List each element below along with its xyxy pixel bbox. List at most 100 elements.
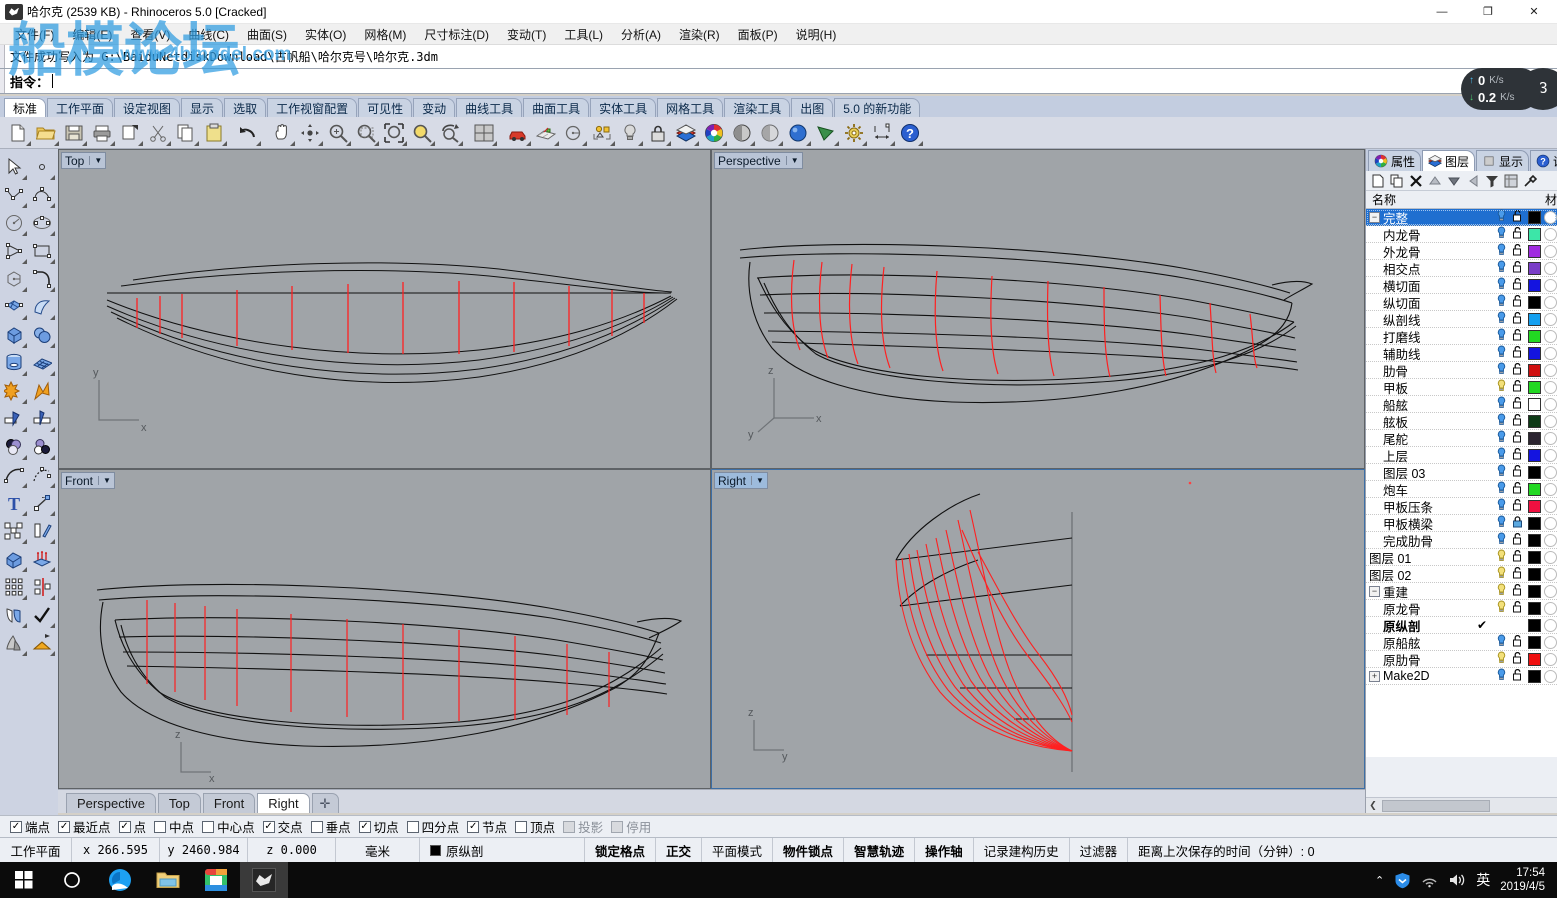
panel-tab-3[interactable]: ?说	[1530, 150, 1557, 171]
layer-row[interactable]: 原纵剖 ✔	[1366, 617, 1557, 634]
paste-icon[interactable]	[200, 119, 228, 147]
layer-row[interactable]: + Make2D	[1366, 668, 1557, 685]
layer-material-icon[interactable]	[1544, 261, 1557, 275]
osnap-checkbox[interactable]	[515, 820, 528, 833]
menu-item-12[interactable]: 面板(P)	[729, 24, 787, 45]
toolbar-tab-2[interactable]: 设定视图	[114, 98, 181, 117]
menu-item-1[interactable]: 编辑(E)	[63, 24, 121, 45]
layer-material-icon[interactable]	[1544, 329, 1557, 343]
osnap-1[interactable]: ✓ 最近点	[58, 817, 117, 836]
layer-lock-icon[interactable]	[1509, 481, 1525, 497]
layer-row[interactable]: 打磨线	[1366, 328, 1557, 345]
osnap-checkbox[interactable]	[406, 820, 419, 833]
layer-color-swatch[interactable]	[1528, 482, 1541, 496]
osnap-4[interactable]: 中心点	[202, 817, 261, 836]
rebuild-curve-icon[interactable]	[28, 461, 56, 489]
layer-visibility-bulb-icon[interactable]	[1493, 294, 1509, 310]
expand-layer-icon[interactable]: +	[1369, 670, 1380, 682]
options-gear-icon[interactable]	[840, 119, 868, 147]
layer-material-icon[interactable]	[1544, 618, 1557, 632]
cylinder-solid-icon[interactable]	[0, 349, 28, 377]
rectangle-icon[interactable]	[28, 237, 56, 265]
menu-item-7[interactable]: 尺寸标注(D)	[415, 24, 498, 45]
copy-object-icon[interactable]	[28, 517, 56, 545]
layer-color-swatch[interactable]	[1528, 397, 1541, 411]
layers-icon[interactable]	[672, 119, 700, 147]
layer-row[interactable]: 上层	[1366, 447, 1557, 464]
status-cplane[interactable]: 工作平面	[0, 837, 72, 863]
menu-item-4[interactable]: 曲面(S)	[238, 24, 296, 45]
perspective-viewport-label[interactable]: Perspective ▼	[714, 152, 803, 169]
layer-color-swatch[interactable]	[1528, 584, 1541, 598]
layer-row[interactable]: 纵剖线	[1366, 311, 1557, 328]
layer-row[interactable]: 原龙骨	[1366, 600, 1557, 617]
layer-row[interactable]: 船舷	[1366, 396, 1557, 413]
layer-color-swatch[interactable]	[1528, 465, 1541, 479]
layer-color-swatch[interactable]	[1528, 380, 1541, 394]
layer-row[interactable]: 图层 02	[1366, 566, 1557, 583]
file-explorer-button[interactable]	[144, 862, 192, 898]
boolean-ops-icon[interactable]	[0, 433, 28, 461]
layer-color-swatch[interactable]	[1528, 567, 1541, 581]
box-solid-icon[interactable]	[0, 321, 28, 349]
chevron-down-icon[interactable]: ▼	[751, 476, 764, 485]
wifi-icon[interactable]	[1421, 873, 1438, 888]
layer-list[interactable]: − 完整 内龙骨 外龙骨 相交点 横切面 纵切面 纵剖线 打磨线 辅助线 肋骨 甲板 船舷 舷板 尾舵 上层图…	[1366, 209, 1557, 757]
point-icon[interactable]	[28, 153, 56, 181]
layer-lock-icon[interactable]	[1509, 226, 1525, 242]
osnap-checkbox[interactable]	[611, 820, 624, 833]
scroll-left-icon[interactable]: ❮	[1366, 800, 1380, 811]
layer-color-swatch[interactable]	[1528, 210, 1541, 224]
layer-row[interactable]: 纵切面	[1366, 294, 1557, 311]
layer-color-swatch[interactable]	[1528, 312, 1541, 326]
osnap-checkbox[interactable]: ✓	[58, 820, 71, 833]
layer-row[interactable]: 甲板	[1366, 379, 1557, 396]
color-wheel-icon[interactable]	[700, 119, 728, 147]
extrude-surface-icon[interactable]	[28, 293, 56, 321]
layer-color-swatch[interactable]	[1528, 669, 1541, 683]
layer-material-icon[interactable]	[1544, 516, 1557, 530]
layer-lock-icon[interactable]	[1509, 651, 1525, 667]
array-extrude-icon[interactable]	[28, 545, 56, 573]
close-button[interactable]: ✕	[1511, 0, 1557, 24]
pan-icon[interactable]	[268, 119, 296, 147]
layer-color-swatch[interactable]	[1528, 533, 1541, 547]
layer-color-swatch[interactable]	[1528, 601, 1541, 615]
status-toggle-2[interactable]: 平面模式	[702, 837, 774, 863]
polygon-triangle-icon[interactable]	[0, 237, 28, 265]
rhino-taskbar-button[interactable]	[240, 862, 288, 898]
toolbar-tab-10[interactable]: 实体工具	[590, 98, 657, 117]
zoom-previous-icon[interactable]	[436, 119, 464, 147]
layer-lock-icon[interactable]	[1509, 345, 1525, 361]
open-file-icon[interactable]	[32, 119, 60, 147]
shaded-view-icon[interactable]	[728, 119, 756, 147]
osnap-8[interactable]: 四分点	[406, 817, 466, 836]
trim-icon[interactable]	[0, 405, 28, 433]
layer-row[interactable]: 原船舷	[1366, 634, 1557, 651]
chevron-down-icon[interactable]: ▼	[785, 156, 799, 165]
layer-row[interactable]: 原肋骨	[1366, 651, 1557, 668]
status-toggle-1[interactable]: 正交	[656, 837, 703, 863]
osnap-checkbox[interactable]: ✓	[10, 820, 22, 833]
toolbar-tab-4[interactable]: 选取	[224, 98, 267, 117]
layer-row[interactable]: 外龙骨	[1366, 243, 1557, 260]
viewport-tab-perspective[interactable]: Perspective	[66, 793, 156, 813]
surface-from-points-icon[interactable]	[0, 293, 28, 321]
layer-color-swatch[interactable]	[1528, 652, 1541, 666]
layer-material-icon[interactable]	[1544, 482, 1557, 496]
menu-item-10[interactable]: 分析(A)	[612, 24, 670, 45]
layer-material-icon[interactable]	[1544, 346, 1557, 360]
layer-material-icon[interactable]	[1544, 227, 1557, 241]
flow-along-surface-icon[interactable]	[0, 601, 28, 629]
collapse-layer-icon[interactable]: −	[1369, 585, 1380, 597]
menu-item-0[interactable]: 文件(F)	[6, 24, 63, 45]
save-file-icon[interactable]	[60, 119, 88, 147]
speaker-icon[interactable]	[1448, 872, 1466, 888]
layer-visibility-bulb-icon[interactable]	[1493, 226, 1509, 242]
copy-icon[interactable]	[172, 119, 200, 147]
osnap-9[interactable]: ✓ 节点	[467, 817, 513, 836]
menu-item-8[interactable]: 变动(T)	[498, 24, 555, 45]
layer-material-icon[interactable]	[1544, 431, 1557, 445]
layer-row[interactable]: 尾舵	[1366, 430, 1557, 447]
split-icon[interactable]	[28, 405, 56, 433]
